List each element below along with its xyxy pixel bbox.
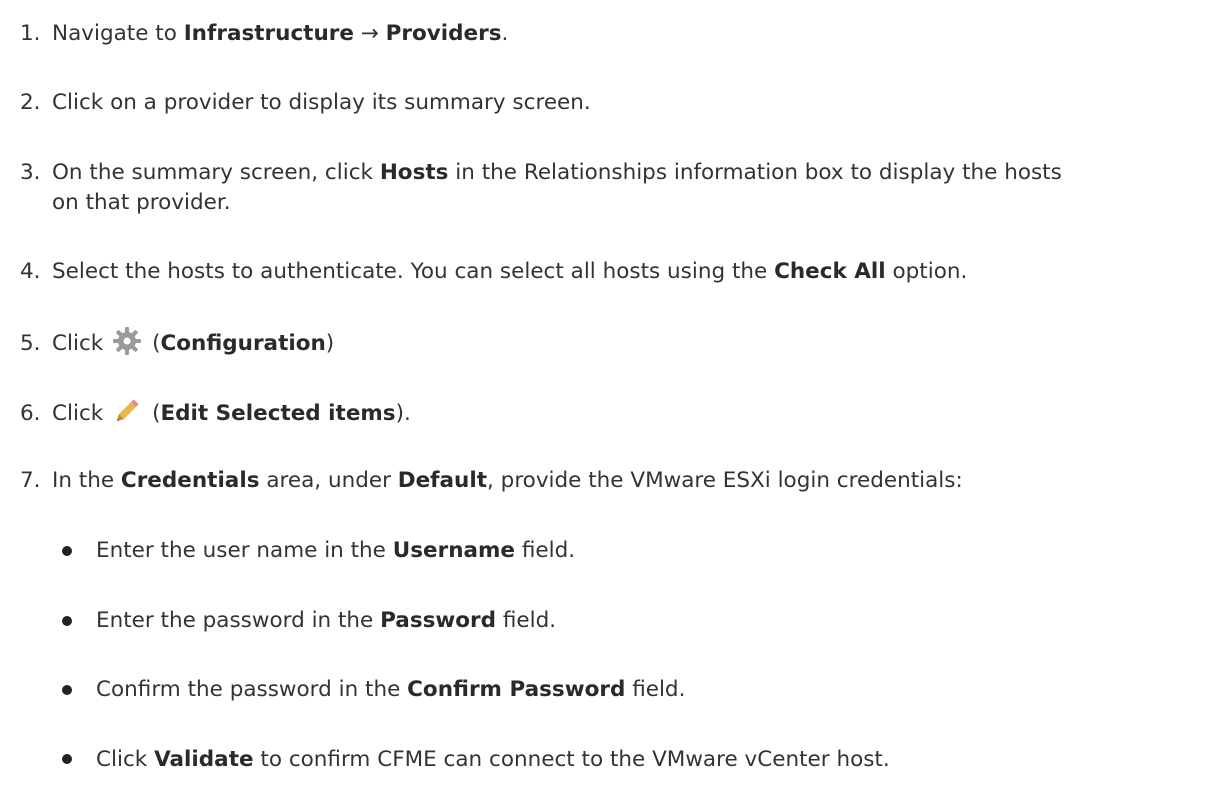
body-text: field. xyxy=(496,608,557,633)
emphasis-text: Providers xyxy=(385,21,502,46)
bullet-dot xyxy=(62,754,72,764)
pencil-icon xyxy=(112,396,142,435)
step-3: 3. On the summary screen, click Hosts in … xyxy=(20,158,1062,215)
emphasis-text: Default xyxy=(397,468,487,493)
bullet-item-1: Enter the user name in the Username fiel… xyxy=(96,536,575,566)
step-number: 6. xyxy=(20,401,41,426)
emphasis-text: Check All xyxy=(774,259,886,284)
step-number: 7. xyxy=(20,468,41,493)
procedure-steps: 1. Navigate to Infrastructure → Providers… xyxy=(0,0,1228,812)
body-text: On the summary screen, click xyxy=(52,160,380,185)
body-text: Click xyxy=(96,747,155,772)
step-number: 5. xyxy=(20,331,41,356)
body-text: Select the hosts to authenticate. You ca… xyxy=(52,259,775,284)
body-text: . xyxy=(501,21,509,46)
body-text: field. xyxy=(515,538,576,563)
bullet-item-4: Click Validate to confirm CFME can conne… xyxy=(96,745,890,775)
body-text: area, under xyxy=(259,468,398,493)
step-6: 6. Click (Edit Selected items). xyxy=(20,396,411,435)
emphasis-text: Hosts xyxy=(379,160,449,185)
body-text: in the Relationships information box to … xyxy=(448,160,1062,185)
emphasis-text: Password xyxy=(380,608,497,633)
body-text: Navigate to xyxy=(52,21,184,46)
bullet-dot xyxy=(62,616,72,626)
body-text: ) xyxy=(325,331,335,356)
body-text: Click xyxy=(52,401,111,426)
body-text: to confirm CFME can connect to the VMwar… xyxy=(253,747,890,772)
emphasis-text: Username xyxy=(392,538,515,563)
gear-icon xyxy=(112,326,142,365)
body-text: Click xyxy=(52,331,111,356)
emphasis-text: Edit Selected items xyxy=(160,401,396,426)
step-2: 2. Click on a provider to display its sum… xyxy=(20,88,591,118)
body-text: Click on a provider to display its summa… xyxy=(52,90,591,115)
step-number: 4. xyxy=(20,259,41,284)
emphasis-text: Confirm Password xyxy=(407,677,626,702)
step-number: 1. xyxy=(20,21,41,46)
emphasis-text: Credentials xyxy=(120,468,260,493)
body-text: field. xyxy=(625,677,686,702)
body-text: In the xyxy=(52,468,121,493)
step-5: 5. Click (Configuration) xyxy=(20,326,334,365)
body-text: → xyxy=(353,21,386,46)
step-continuation: on that provider. xyxy=(52,190,231,215)
emphasis-text: Infrastructure xyxy=(183,21,354,46)
bullet-item-3: Confirm the password in the Confirm Pass… xyxy=(96,675,685,705)
body-text: option. xyxy=(885,259,968,284)
step-number: 3. xyxy=(20,160,41,185)
bullet-dot xyxy=(62,546,72,556)
emphasis-text: Validate xyxy=(154,747,254,772)
step-4: 4. Select the hosts to authenticate. You … xyxy=(20,257,967,287)
step-7: 7. In the Credentials area, under Default… xyxy=(20,466,963,496)
bullet-dot xyxy=(62,685,72,695)
body-text: Enter the password in the xyxy=(96,608,381,633)
bullet-item-2: Enter the password in the Password field… xyxy=(96,606,556,636)
body-text: Confirm the password in the xyxy=(96,677,408,702)
step-number: 2. xyxy=(20,90,41,115)
body-text: Enter the user name in the xyxy=(96,538,393,563)
step-1: 1. Navigate to Infrastructure → Providers… xyxy=(20,19,508,49)
body-text: , provide the VMware ESXi login credenti… xyxy=(487,468,963,493)
emphasis-text: Configuration xyxy=(160,331,326,356)
body-text: ). xyxy=(395,401,411,426)
